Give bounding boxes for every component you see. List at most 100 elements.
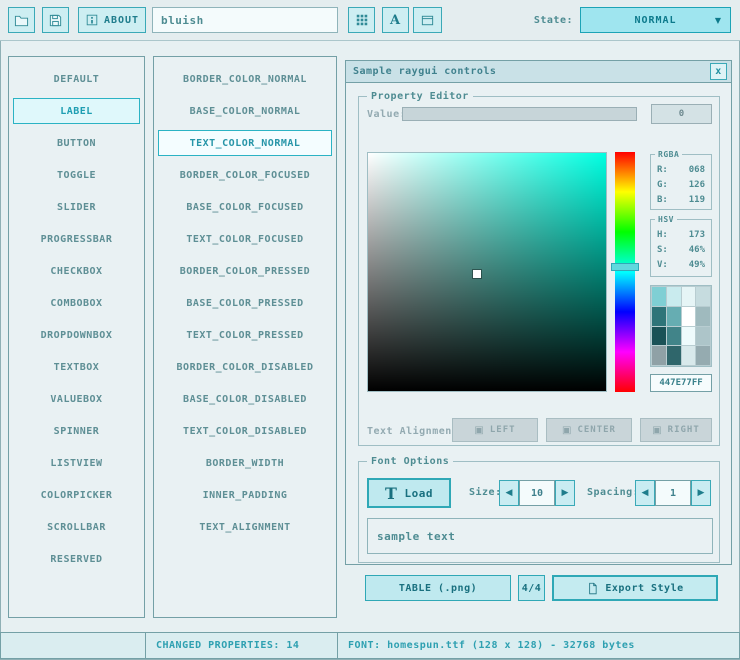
- properties-list-item[interactable]: TEXT_COLOR_FOCUSED: [158, 223, 332, 255]
- color-swatch[interactable]: [652, 327, 666, 346]
- properties-list-item[interactable]: BASE_COLOR_NORMAL: [158, 95, 332, 127]
- toolbar: ABOUT A State: NORMAL ▼: [0, 0, 740, 41]
- color-swatch[interactable]: [652, 307, 666, 326]
- properties-list-item[interactable]: INNER_PADDING: [158, 479, 332, 511]
- r-label: R:: [657, 163, 668, 178]
- controls-list-item[interactable]: LISTVIEW: [13, 447, 140, 479]
- align-left-icon: ▣: [474, 425, 484, 436]
- properties-list-item[interactable]: BORDER_COLOR_PRESSED: [158, 255, 332, 287]
- value-box[interactable]: 0: [651, 104, 712, 124]
- value-slider[interactable]: [402, 107, 637, 121]
- spacing-decrease-button[interactable]: ◀: [635, 480, 655, 506]
- controls-list-item[interactable]: DROPDOWNBOX: [13, 319, 140, 351]
- properties-list-item[interactable]: BORDER_COLOR_NORMAL: [158, 63, 332, 95]
- b-label: B:: [657, 193, 668, 208]
- rgba-panel-label: RGBA: [655, 148, 682, 161]
- controls-list-item[interactable]: COMBOBOX: [13, 287, 140, 319]
- load-font-button[interactable]: T Load: [367, 478, 451, 508]
- properties-list-item[interactable]: BASE_COLOR_FOCUSED: [158, 191, 332, 223]
- export-style-button[interactable]: Export Style: [552, 575, 718, 601]
- controls-list-item-selected[interactable]: LABEL: [13, 98, 140, 124]
- color-swatch[interactable]: [652, 346, 666, 365]
- controls-list-item[interactable]: BUTTON: [13, 127, 140, 159]
- properties-list-item[interactable]: BORDER_COLOR_DISABLED: [158, 351, 332, 383]
- controls-list-item[interactable]: CHECKBOX: [13, 255, 140, 287]
- color-swatch[interactable]: [682, 307, 696, 326]
- color-swatch[interactable]: [696, 327, 710, 346]
- properties-list-item[interactable]: TEXT_COLOR_PRESSED: [158, 319, 332, 351]
- text-alignment-label: Text Alignment:: [367, 426, 465, 437]
- hue-slider[interactable]: [615, 152, 635, 392]
- grid-icon: [355, 13, 369, 27]
- export-format-label: TABLE (.png): [399, 583, 477, 594]
- color-swatch[interactable]: [667, 346, 681, 365]
- window-titlebar[interactable]: Sample raygui controls x: [346, 61, 731, 83]
- align-center-button[interactable]: ▣ CENTER: [546, 418, 632, 442]
- align-right-button[interactable]: ▣ RIGHT: [640, 418, 712, 442]
- color-swatch[interactable]: [667, 327, 681, 346]
- about-button[interactable]: ABOUT: [78, 7, 146, 33]
- align-left-button[interactable]: ▣ LEFT: [452, 418, 538, 442]
- color-swatch[interactable]: [696, 346, 710, 365]
- window-title: Sample raygui controls: [353, 66, 496, 77]
- color-swatch[interactable]: [682, 327, 696, 346]
- spacing-label: Spacing:: [587, 487, 639, 498]
- color-swatch[interactable]: [682, 287, 696, 306]
- properties-list-item[interactable]: BORDER_WIDTH: [158, 447, 332, 479]
- properties-list: BORDER_COLOR_NORMAL BASE_COLOR_NORMAL TE…: [153, 56, 337, 618]
- font-atlas-button[interactable]: A: [382, 7, 409, 33]
- controls-list-item[interactable]: SPINNER: [13, 415, 140, 447]
- spacing-value-box[interactable]: 1: [655, 480, 691, 506]
- align-right-label: RIGHT: [668, 425, 700, 435]
- controls-list-item[interactable]: SLIDER: [13, 191, 140, 223]
- spacing-increase-button[interactable]: ▶: [691, 480, 711, 506]
- color-swatch[interactable]: [667, 287, 681, 306]
- controls-list-item[interactable]: COLORPICKER: [13, 479, 140, 511]
- controls-list-item[interactable]: PROGRESSBAR: [13, 223, 140, 255]
- color-swatch[interactable]: [696, 307, 710, 326]
- export-pages-button[interactable]: 4/4: [518, 575, 545, 601]
- hex-color-input[interactable]: 447E77FF: [650, 374, 712, 392]
- style-name-input[interactable]: [152, 7, 338, 33]
- controls-list-item[interactable]: TEXTBOX: [13, 351, 140, 383]
- status-changed-properties: CHANGED PROPERTIES: 14: [145, 632, 338, 659]
- color-picker-marker[interactable]: [473, 270, 481, 278]
- controls-list-item[interactable]: TOGGLE: [13, 159, 140, 191]
- hsv-row: V: 49%: [651, 258, 711, 273]
- state-dropdown-value: NORMAL: [634, 15, 676, 26]
- close-icon: x: [715, 66, 722, 77]
- color-gradient-picker[interactable]: [367, 152, 607, 392]
- controls-list-item[interactable]: RESERVED: [13, 543, 140, 575]
- load-font-label: Load: [404, 487, 433, 500]
- properties-list-item[interactable]: TEXT_COLOR_DISABLED: [158, 415, 332, 447]
- color-swatch[interactable]: [652, 287, 666, 306]
- sample-text-box[interactable]: sample text: [367, 518, 713, 554]
- style-color-palette: [650, 285, 712, 367]
- controls-list-item[interactable]: VALUEBOX: [13, 383, 140, 415]
- color-swatch[interactable]: [682, 346, 696, 365]
- properties-list-item[interactable]: TEXT_ALIGNMENT: [158, 511, 332, 543]
- size-value-box[interactable]: 10: [519, 480, 555, 506]
- state-dropdown[interactable]: NORMAL ▼: [580, 7, 731, 33]
- color-swatch[interactable]: [667, 307, 681, 326]
- controls-list-item[interactable]: DEFAULT: [13, 63, 140, 95]
- controls-list-item[interactable]: SCROLLBAR: [13, 511, 140, 543]
- close-button[interactable]: x: [710, 63, 727, 80]
- properties-list-item-selected[interactable]: TEXT_COLOR_NORMAL: [158, 130, 332, 156]
- properties-list-item[interactable]: BASE_COLOR_DISABLED: [158, 383, 332, 415]
- export-format-dropdown[interactable]: TABLE (.png): [365, 575, 511, 601]
- export-pages-label: 4/4: [522, 583, 542, 594]
- rgba-row: B: 119: [651, 193, 711, 208]
- save-style-button[interactable]: [42, 7, 69, 33]
- sample-window-toggle-button[interactable]: [413, 7, 442, 33]
- style-table-button[interactable]: [348, 7, 375, 33]
- size-label: Size:: [469, 487, 502, 498]
- size-increase-button[interactable]: ▶: [555, 480, 575, 506]
- hue-slider-handle[interactable]: [611, 263, 639, 271]
- color-swatch[interactable]: [696, 287, 710, 306]
- properties-list-item[interactable]: BORDER_COLOR_FOCUSED: [158, 159, 332, 191]
- h-label: H:: [657, 228, 668, 243]
- properties-list-item[interactable]: BASE_COLOR_PRESSED: [158, 287, 332, 319]
- size-decrease-button[interactable]: ◀: [499, 480, 519, 506]
- open-style-button[interactable]: [8, 7, 35, 33]
